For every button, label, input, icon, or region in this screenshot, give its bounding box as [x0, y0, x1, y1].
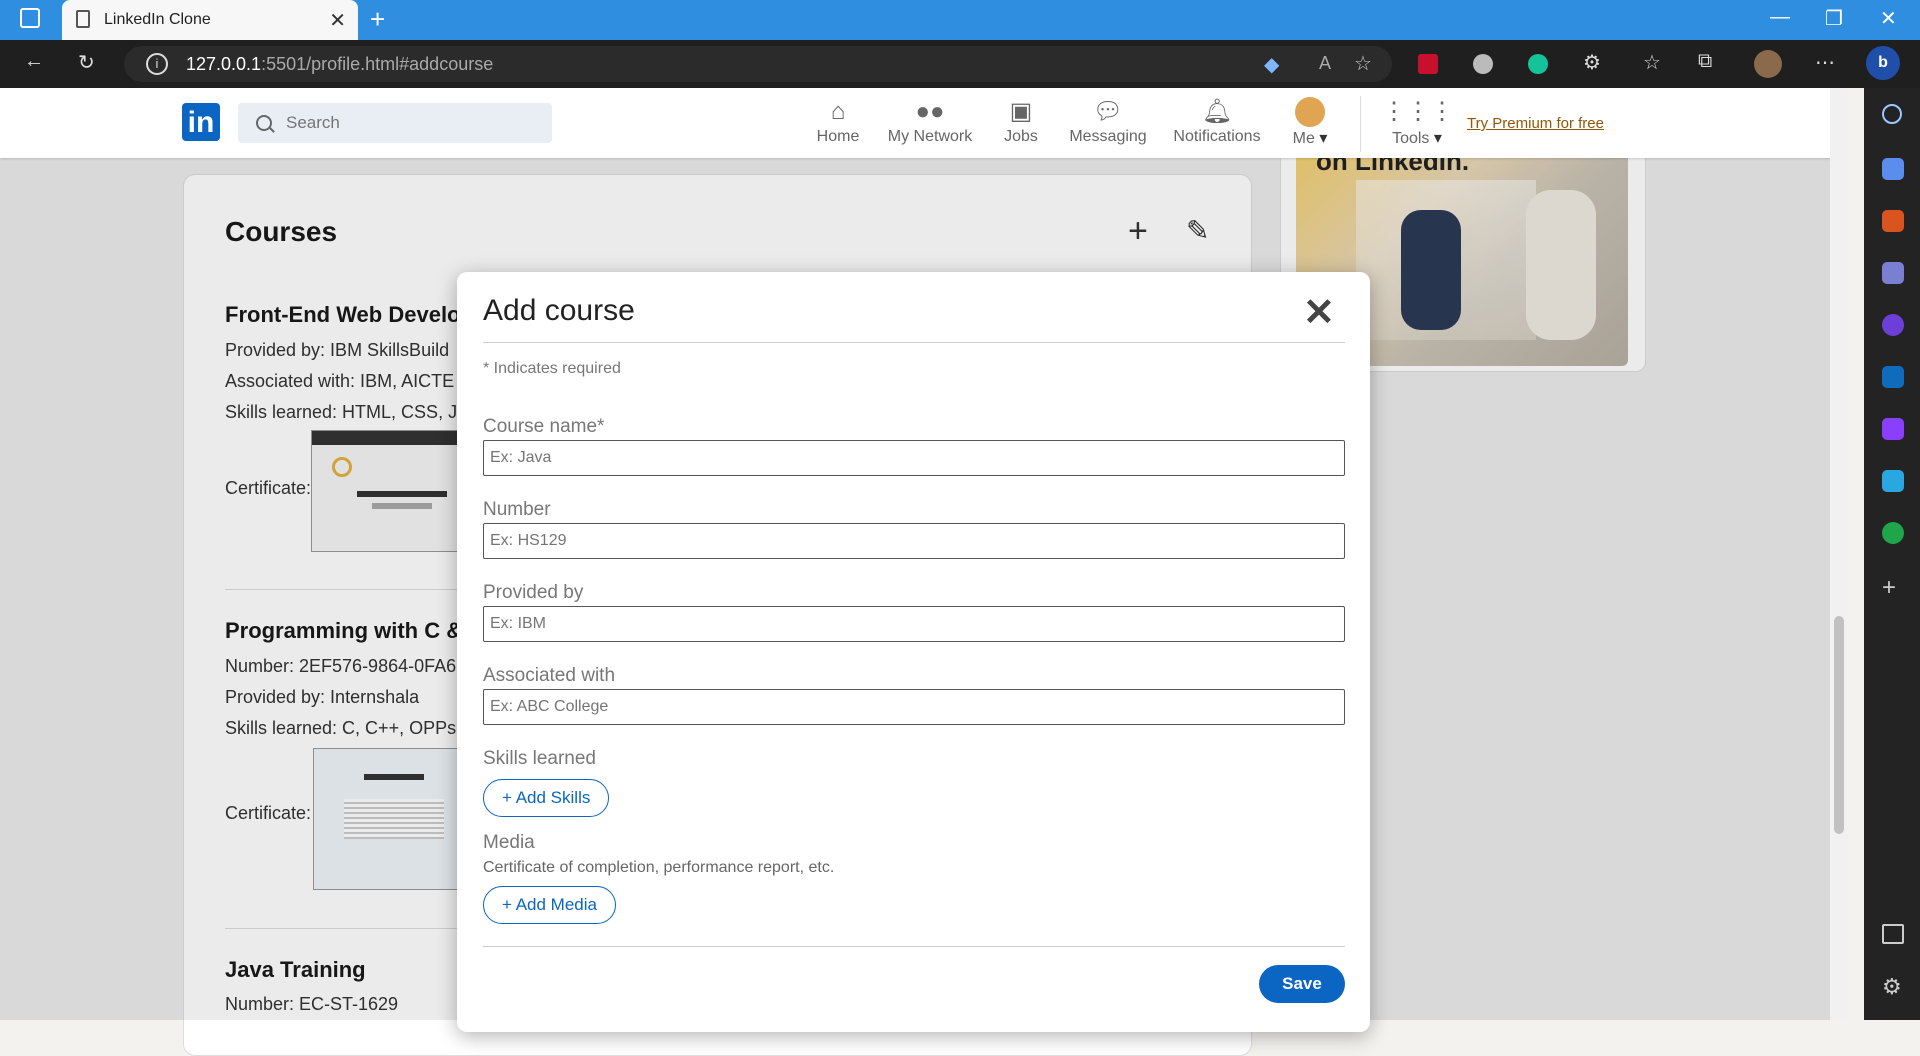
- nav-label: Tools: [1392, 130, 1430, 147]
- skills-label: Skills learned: [483, 748, 596, 769]
- designer-icon[interactable]: [1882, 418, 1904, 440]
- briefcase-icon: ▣: [1009, 98, 1033, 125]
- collections-icon[interactable]: ⧉: [1698, 50, 1712, 73]
- save-button[interactable]: Save: [1259, 965, 1345, 1003]
- nav-my-network[interactable]: ●● My Network: [883, 96, 977, 156]
- new-tab-icon[interactable]: +: [370, 4, 385, 35]
- add-media-button[interactable]: + Add Media: [483, 886, 616, 924]
- nav-label: My Network: [887, 128, 973, 145]
- divider: [483, 342, 1345, 343]
- scrollbar-thumb[interactable]: [1834, 616, 1844, 834]
- nav-label: Jobs: [1004, 128, 1038, 145]
- nav-me[interactable]: Me ▾: [1285, 96, 1335, 156]
- course-name-label: Course name*: [483, 416, 605, 437]
- close-window-icon[interactable]: ✕: [1880, 6, 1897, 31]
- page-scrollbar[interactable]: [1830, 88, 1848, 1020]
- divider: [483, 946, 1345, 947]
- url-text: 127.0.0.1:5501/profile.html#addcourse: [186, 54, 494, 74]
- nav-tools[interactable]: ⋮⋮⋮ Tools ▾: [1382, 96, 1454, 156]
- tools-icon[interactable]: [1882, 210, 1904, 232]
- caret-down-icon: ▾: [1433, 130, 1442, 147]
- bell-icon: 🔔︎: [1201, 98, 1233, 125]
- read-aloud-icon[interactable]: A: [1319, 53, 1331, 74]
- nav-home[interactable]: ⌂ Home: [808, 96, 868, 156]
- search-box[interactable]: [238, 103, 552, 143]
- extensions-icon[interactable]: ⚙: [1583, 50, 1601, 75]
- add-course-modal: Add course ✕ * Indicates required Course…: [457, 272, 1370, 1032]
- nav-label: Me: [1292, 130, 1315, 147]
- games-icon[interactable]: [1882, 262, 1904, 284]
- add-icon[interactable]: +: [1882, 574, 1896, 602]
- associated-with-input[interactable]: [483, 689, 1345, 725]
- caret-down-icon: ▾: [1319, 130, 1328, 147]
- nav-notifications[interactable]: 🔔︎ Notifications: [1170, 96, 1264, 156]
- close-icon[interactable]: ✕: [1303, 290, 1335, 335]
- sidebar-toggle-icon[interactable]: [1882, 924, 1904, 944]
- grammarly-icon[interactable]: [1528, 54, 1548, 74]
- chat-icon: 💬︎: [1092, 98, 1124, 125]
- extension-mcafee-icon[interactable]: [1418, 54, 1438, 74]
- search-icon: [256, 115, 272, 131]
- provided-by-label: Provided by: [483, 582, 584, 603]
- associated-with-label: Associated with: [483, 665, 616, 686]
- site-info-icon[interactable]: i: [146, 53, 168, 75]
- search-input[interactable]: [284, 111, 538, 135]
- media-label: Media: [483, 832, 535, 853]
- try-premium-link[interactable]: Try Premium for free: [1467, 115, 1604, 132]
- outlook-icon[interactable]: [1882, 366, 1904, 388]
- course-name-input[interactable]: [483, 440, 1345, 476]
- media-hint: Certificate of completion, performance r…: [483, 859, 835, 876]
- add-skills-button[interactable]: + Add Skills: [483, 779, 610, 817]
- back-icon[interactable]: ←: [24, 50, 44, 73]
- edge-sidebar: + ⚙: [1864, 88, 1920, 1020]
- send-icon[interactable]: [1882, 470, 1904, 492]
- grid-icon: ⋮⋮⋮: [1382, 98, 1454, 125]
- minimize-icon[interactable]: —: [1770, 6, 1790, 29]
- extension-c-icon[interactable]: [1473, 54, 1493, 74]
- tab-actions-icon[interactable]: [20, 8, 40, 28]
- more-icon[interactable]: ⋯: [1815, 50, 1835, 75]
- search-icon[interactable]: [1882, 104, 1902, 124]
- nav-divider: [1360, 96, 1361, 152]
- tab-title: LinkedIn Clone: [104, 11, 211, 28]
- nav-jobs[interactable]: ▣ Jobs: [996, 96, 1046, 156]
- maximize-icon[interactable]: ❐: [1825, 6, 1843, 31]
- browser-titlebar: LinkedIn Clone ✕ + — ❐ ✕: [0, 0, 1920, 40]
- shopping-icon[interactable]: [1882, 158, 1904, 180]
- nav-label: Messaging: [1069, 128, 1147, 145]
- avatar: [1295, 97, 1325, 127]
- nav-messaging[interactable]: 💬︎ Messaging: [1067, 96, 1149, 156]
- close-tab-icon[interactable]: ✕: [329, 8, 346, 33]
- coupon-icon[interactable]: ◆: [1264, 52, 1279, 77]
- network-icon: ●●: [915, 98, 945, 125]
- required-note: * Indicates required: [483, 360, 621, 377]
- nav-label: Notifications: [1173, 128, 1261, 145]
- refresh-icon[interactable]: ↻: [78, 50, 95, 75]
- number-label: Number: [483, 499, 551, 520]
- favorites-icon[interactable]: ☆: [1643, 50, 1661, 75]
- tree-icon[interactable]: [1882, 522, 1904, 544]
- linkedin-logo[interactable]: in: [182, 103, 220, 141]
- profile-avatar[interactable]: [1754, 50, 1782, 78]
- bing-copilot-icon[interactable]: b: [1866, 46, 1900, 80]
- settings-icon[interactable]: ⚙: [1882, 974, 1902, 1000]
- number-input[interactable]: [483, 523, 1345, 559]
- provided-by-input[interactable]: [483, 606, 1345, 642]
- address-bar[interactable]: i 127.0.0.1:5501/profile.html#addcourse …: [124, 46, 1392, 82]
- office-icon[interactable]: [1882, 314, 1904, 336]
- browser-tab[interactable]: LinkedIn Clone ✕: [62, 0, 358, 40]
- modal-title: Add course: [483, 294, 635, 327]
- favorite-icon[interactable]: ☆: [1354, 51, 1372, 76]
- document-icon: [76, 10, 90, 28]
- home-icon: ⌂: [830, 98, 846, 125]
- nav-label: Home: [816, 128, 860, 145]
